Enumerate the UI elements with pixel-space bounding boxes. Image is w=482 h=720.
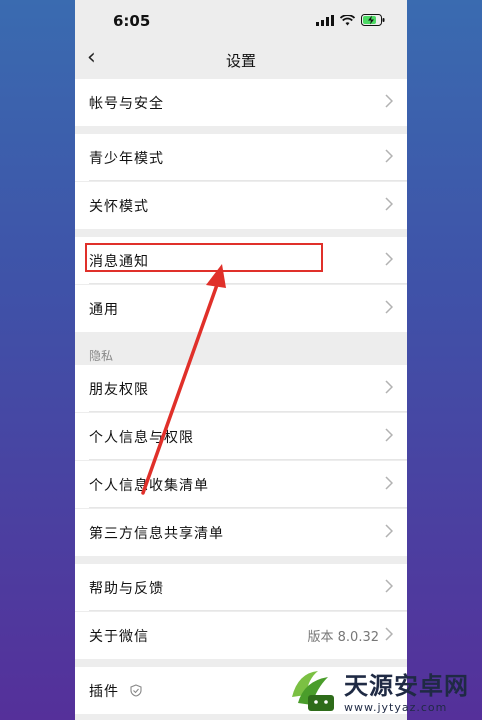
wifi-icon: [340, 14, 355, 25]
version-value: 版本 8.0.32: [307, 630, 379, 645]
signal-icon: [316, 14, 334, 26]
chevron-right-icon: [385, 300, 393, 314]
highlight-box: [85, 243, 323, 272]
row-divider: [89, 411, 407, 412]
chevron-right-icon: [385, 380, 393, 394]
row-label: 帐号与安全: [89, 95, 164, 112]
row-label: 个人信息与权限: [89, 429, 194, 446]
chevron-right-icon: [385, 197, 393, 211]
android-logo-icon: [292, 671, 334, 711]
shield-icon: [130, 684, 142, 697]
settings-row-teen-mode[interactable]: 青少年模式: [75, 134, 407, 181]
row-divider: [89, 283, 407, 284]
watermark: 天源安卓网 www.jytyaz.com: [288, 664, 478, 716]
status-bar: 6:05: [75, 0, 407, 44]
row-divider: [89, 610, 407, 611]
row-label: 关怀模式: [89, 198, 149, 215]
settings-row-personal-info[interactable]: 个人信息与权限: [75, 413, 407, 460]
row-label: 帮助与反馈: [89, 580, 164, 597]
status-time: 6:05: [113, 12, 151, 30]
status-icons: [316, 14, 385, 26]
chevron-right-icon: [385, 476, 393, 490]
chevron-right-icon: [385, 252, 393, 266]
page-title: 设置: [225, 52, 256, 70]
row-divider: [89, 459, 407, 460]
settings-row-info-collection-list[interactable]: 个人信息收集清单: [75, 461, 407, 508]
settings-row-general[interactable]: 通用: [75, 285, 407, 332]
row-label: 朋友权限: [89, 381, 149, 398]
settings-row-third-party-sharing[interactable]: 第三方信息共享清单: [75, 509, 407, 556]
settings-row-friend-permissions[interactable]: 朋友权限: [75, 365, 407, 412]
nav-bar: ‹ 设置: [75, 44, 407, 76]
battery-charging-icon: [361, 14, 385, 26]
chevron-right-icon: [385, 428, 393, 442]
watermark-title: 天源安卓网: [344, 672, 469, 700]
settings-row-account-security[interactable]: 帐号与安全: [75, 79, 407, 126]
row-label: 关于微信: [89, 628, 149, 645]
chevron-right-icon: [385, 579, 393, 593]
chevron-right-icon: [385, 524, 393, 538]
row-label: 插件: [89, 683, 119, 700]
row-divider: [89, 180, 407, 181]
settings-row-about-wechat[interactable]: 关于微信 版本 8.0.32: [75, 612, 407, 659]
chevron-right-icon: [385, 149, 393, 163]
chevron-right-icon: [385, 94, 393, 108]
row-label: 第三方信息共享清单: [89, 525, 224, 542]
settings-row-care-mode[interactable]: 关怀模式: [75, 182, 407, 229]
chevron-right-icon: [385, 627, 393, 641]
row-label: 通用: [89, 301, 119, 318]
phone-screen: 6:05 ‹ 设置 帐号与安全 青少年模式 关怀模式 消息通知 通用 隐私 朋友…: [75, 0, 407, 720]
row-label: 个人信息收集清单: [89, 477, 209, 494]
row-label: 青少年模式: [89, 150, 164, 167]
settings-row-help-feedback[interactable]: 帮助与反馈: [75, 564, 407, 611]
watermark-url: www.jytyaz.com: [344, 701, 448, 714]
section-header-privacy: 隐私: [89, 349, 114, 363]
row-divider: [89, 507, 407, 508]
